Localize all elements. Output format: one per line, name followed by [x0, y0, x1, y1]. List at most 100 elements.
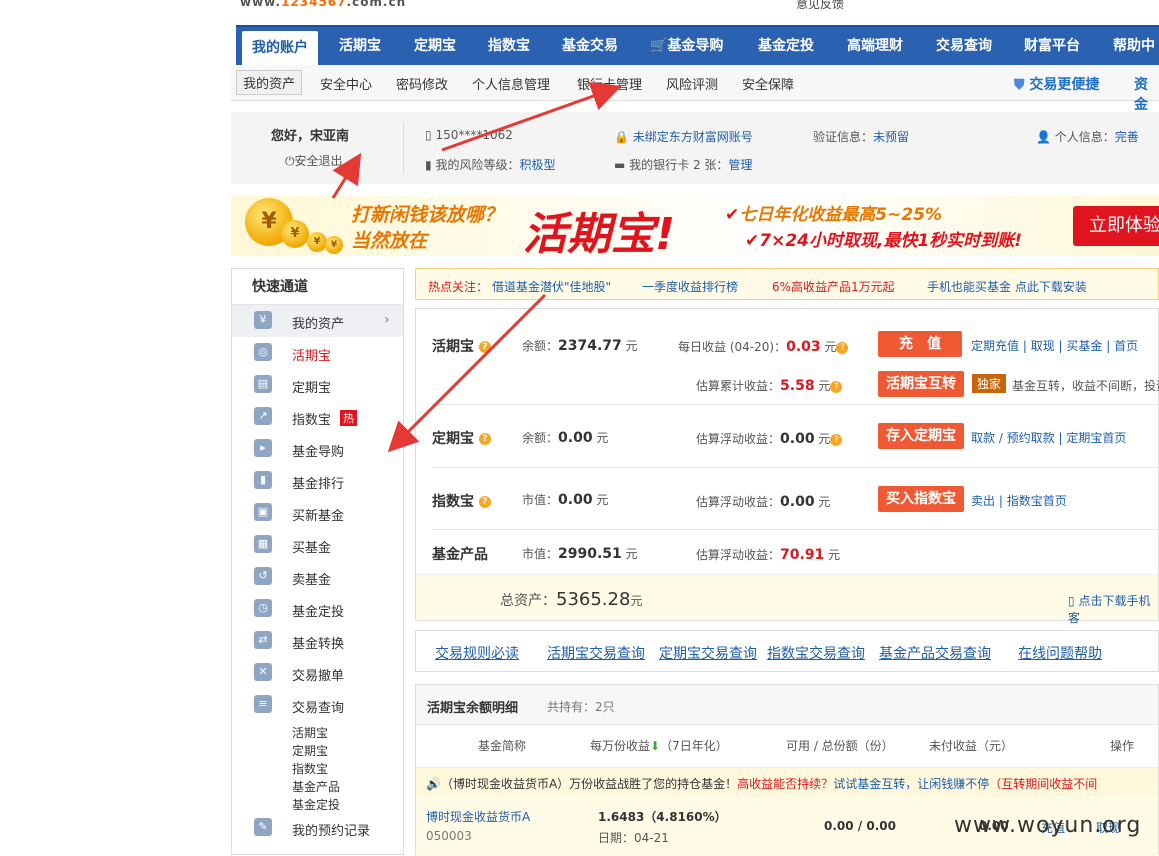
sidebar-item-3[interactable]: ↗ 指数宝热 [232, 401, 403, 433]
sidebar-item-1[interactable]: ◎ 活期宝 [232, 337, 403, 369]
mobile-icon: ▯ [1068, 594, 1075, 608]
help-icon[interactable]: ? [478, 341, 491, 353]
sidebar-item-label: 交易查询 [292, 701, 345, 716]
notice-link[interactable]: 手机也能买基金 点此下载安装 [927, 278, 1087, 295]
fund-name: 基金产品 [432, 547, 488, 563]
subnav-profile[interactable]: 个人信息管理 [472, 74, 550, 93]
subnav-funds[interactable]: 资金 [1134, 74, 1159, 114]
risk-level: ▮ 我的风险等级：积极型 [425, 158, 556, 172]
link-withdraw-reserve[interactable]: 取款 / 预约取款 [971, 431, 1055, 445]
sidebar-item-label: 基金排行 [292, 477, 345, 492]
sidebar: 快速通道 ¥ 我的资产 › ◎ 活期宝 ▤ 定期宝 ↗ 指数宝热 ▸ 基金导购 ▮ 基金排行 ▣ 买新基金 ▦… [231, 268, 404, 855]
nav-dqb[interactable]: 定期宝 [414, 27, 456, 67]
buy-zsb-button[interactable]: 买入指数宝 [878, 486, 964, 512]
subnav-bankcard[interactable]: 银行卡管理 [577, 74, 642, 93]
sidebar-icon: ≡ [254, 695, 272, 713]
link-buy-fund[interactable]: 买基金 [1066, 339, 1102, 353]
help-icon[interactable]: ? [830, 380, 843, 393]
logout-link[interactable]: ⏻安全退出 [285, 152, 343, 169]
sidebar-item-5[interactable]: ▮ 基金排行 [232, 465, 403, 497]
sidebar-sub-plan[interactable]: 基金定投 [292, 796, 340, 813]
nav-fund-trade[interactable]: 基金交易 [562, 27, 618, 67]
sidebar-item-7[interactable]: ▦ 买基金 [232, 529, 403, 561]
sidebar-item-0[interactable]: ¥ 我的资产 › [232, 305, 403, 337]
deposit-dqb-button[interactable]: 存入定期宝 [878, 423, 964, 449]
site-url: www.1234567.com.cn [240, 0, 407, 9]
link-hqb-query[interactable]: 活期宝交易查询 [547, 643, 645, 663]
link-fixed-recharge[interactable]: 定期充值 [971, 339, 1019, 353]
nav-trade-query[interactable]: 交易查询 [936, 27, 992, 67]
help-icon[interactable]: ? [830, 433, 843, 446]
fund-link[interactable]: 博时现金收益货币A [426, 808, 530, 825]
subnav-password[interactable]: 密码修改 [396, 74, 448, 93]
risk-value[interactable]: 积极型 [519, 158, 555, 172]
sidebar-item-11[interactable]: ✕ 交易撤单 [232, 657, 403, 689]
nav-help[interactable]: 帮助中 [1113, 27, 1155, 67]
chevron-right-icon: › [384, 312, 390, 328]
link-help[interactable]: 在线问题帮助 [1018, 643, 1102, 663]
link-zsb-query[interactable]: 指数宝交易查询 [767, 643, 865, 663]
link-rules[interactable]: 交易规则必读 [435, 643, 519, 663]
help-icon[interactable]: ? [478, 433, 491, 445]
verify-value[interactable]: 未预留 [873, 130, 909, 144]
sidebar-item-2[interactable]: ▤ 定期宝 [232, 369, 403, 401]
sidebar-item-8[interactable]: ↺ 卖基金 [232, 561, 403, 593]
link-fund-query[interactable]: 基金产品交易查询 [879, 643, 991, 663]
nav-fund-plan[interactable]: 基金定投 [758, 27, 814, 67]
nav-my-account[interactable]: 我的账户 [242, 31, 318, 67]
bars-icon: ▮ [425, 158, 432, 172]
sidebar-sub-dqb[interactable]: 定期宝 [292, 742, 328, 759]
greeting: 您好，宋亚南 [271, 129, 350, 144]
pencil-icon: ✎ [254, 818, 272, 836]
link-dqb-query[interactable]: 定期宝交易查询 [659, 643, 757, 663]
detail-title: 活期宝余额明细 [427, 701, 519, 716]
sidebar-item-reservations[interactable]: ✎ 我的预约记录 [232, 812, 403, 844]
promo-banner[interactable]: ¥ ¥ ¥ ¥ 打新闲钱该放哪？ 当然放在 活期宝! ✔七日年化收益最高5~25… [231, 196, 1159, 260]
manage-cards-link[interactable]: 管理 [728, 158, 752, 172]
sidebar-item-10[interactable]: ⇄ 基金转换 [232, 625, 403, 657]
sidebar-item-12[interactable]: ≡ 交易查询 [232, 689, 403, 721]
notice-link[interactable]: 借道基金潜伏"佳地股" [492, 278, 611, 295]
arrow-down-icon: ⬇ [650, 739, 661, 753]
sidebar-icon: ▦ [254, 535, 272, 553]
nav-wealth[interactable]: 财富平台 [1024, 27, 1080, 67]
verify-info: 验证信息：未预留 [813, 130, 910, 144]
sidebar-item-4[interactable]: ▸ 基金导购 [232, 433, 403, 465]
hqb-transfer-button[interactable]: 活期宝互转 [878, 371, 964, 397]
try-now-button[interactable]: 立即体验 [1073, 206, 1159, 246]
bind-account[interactable]: 🔒 未绑定东方财富网账号 [614, 128, 753, 145]
recharge-button[interactable]: 充 值 [878, 331, 962, 357]
download-app-link[interactable]: ▯ 点击下载手机客 [1068, 592, 1158, 626]
subnav-risk[interactable]: 风险评测 [666, 74, 718, 93]
subnav-guarantee[interactable]: 安全保障 [742, 74, 794, 93]
nav-hqb[interactable]: 活期宝 [339, 27, 381, 67]
nav-fund-guide[interactable]: 🛒基金导购 [650, 27, 723, 67]
nav-zsb[interactable]: 指数宝 [488, 27, 530, 67]
subnav-convenient[interactable]: ⛊ 交易更便捷 [1014, 74, 1099, 94]
sidebar-sub-fund[interactable]: 基金产品 [292, 778, 340, 795]
feedback-link[interactable]: 意见反馈 [796, 0, 844, 10]
subnav-my-assets[interactable]: 我的资产 [236, 70, 303, 95]
link-withdraw[interactable]: 取现 [1031, 339, 1055, 353]
power-icon: ⏻ [285, 154, 295, 168]
sidebar-sub-zsb[interactable]: 指数宝 [292, 760, 328, 777]
link-home[interactable]: 首页 [1114, 339, 1138, 353]
hqb-daily: 每日收益 (04-20)：0.03 元? [678, 338, 849, 355]
notice-link[interactable]: 6%高收益产品1万元起 [772, 278, 895, 295]
sidebar-sub-hqb[interactable]: 活期宝 [292, 724, 328, 741]
link-sell[interactable]: 卖出 [971, 494, 995, 508]
notice-link[interactable]: 一季度收益排行榜 [642, 278, 738, 295]
exclusive-badge: 独家 [972, 374, 1007, 393]
help-icon[interactable]: ? [478, 496, 491, 508]
shield-icon: ⛊ [1014, 77, 1025, 93]
complete-info-link[interactable]: 完善 [1115, 130, 1139, 144]
query-links: 交易规则必读 活期宝交易查询 定期宝交易查询 指数宝交易查询 基金产品交易查询 … [415, 630, 1159, 672]
help-icon[interactable]: ? [836, 341, 849, 354]
subnav-security[interactable]: 安全中心 [320, 74, 372, 93]
link-zsb-home[interactable]: 指数宝首页 [1007, 494, 1067, 508]
sidebar-item-9[interactable]: ◷ 基金定投 [232, 593, 403, 625]
nav-high-end[interactable]: 高端理财 [847, 27, 903, 67]
sidebar-item-6[interactable]: ▣ 买新基金 [232, 497, 403, 529]
sidebar-icon: ◎ [254, 343, 272, 361]
link-dqb-home[interactable]: 定期宝首页 [1066, 431, 1126, 445]
